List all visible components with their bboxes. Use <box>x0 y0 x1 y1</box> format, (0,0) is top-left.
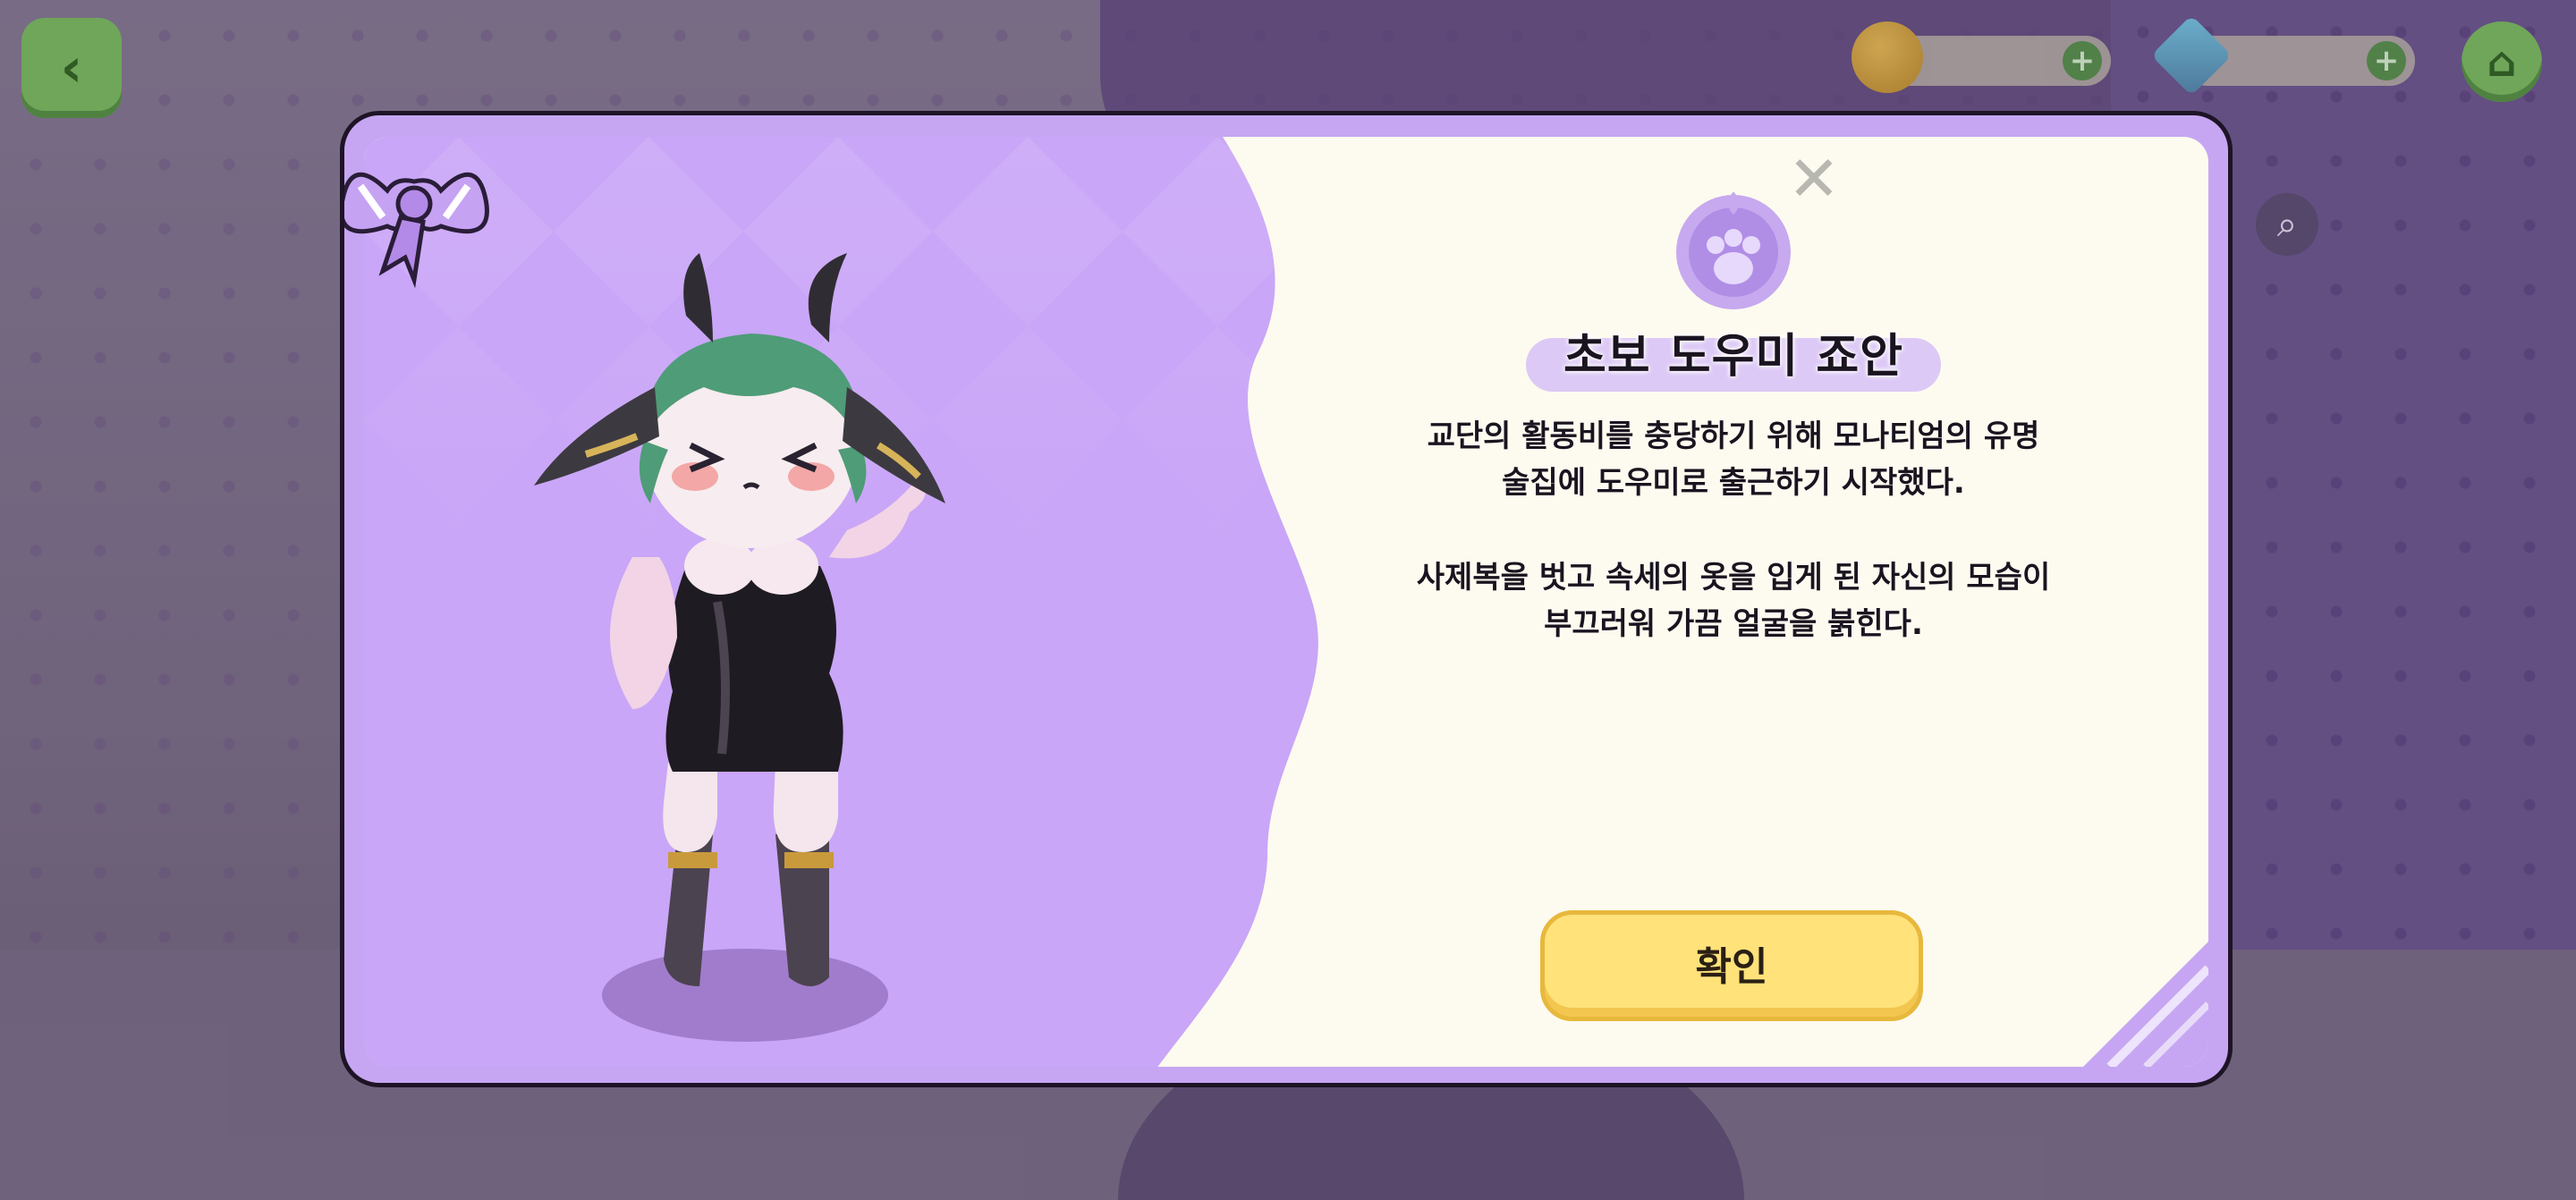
description-text-1: 교단의 활동비를 충당하기 위해 모나티엄의 유명 술집에 도우미로 출근하기 … <box>1427 418 2040 501</box>
gold-coin-icon <box>1852 21 1923 93</box>
character-title: 초보 도우미 죠안 <box>1563 330 1904 384</box>
corner-decoration <box>2083 942 2208 1067</box>
confirm-button-label: 확인 <box>1695 944 1768 990</box>
confirm-button[interactable]: 확인 <box>1540 910 1923 1021</box>
plus-icon: + <box>2373 43 2400 79</box>
coin-resource-bar: + <box>1852 21 2111 93</box>
home-button[interactable]: ⌂ <box>2462 21 2542 102</box>
home-icon: ⌂ <box>2487 38 2517 86</box>
description-paragraph-1: 교단의 활동비를 충당하기 위해 모나티엄의 유명 술집에 도우미로 출근하기 … <box>1360 413 2107 506</box>
ribbon-bow-icon <box>344 172 489 289</box>
magnifier-icon: ⌕ <box>2256 193 2318 256</box>
description-paragraph-2: 사제복을 벗고 속세의 옷을 입게 된 자신의 모습이 부끄러워 가끔 얼굴을 … <box>1360 554 2107 647</box>
gem-resource-bar: + <box>2150 14 2415 97</box>
add-coin-button[interactable]: + <box>2063 41 2102 80</box>
paw-crest-icon <box>1676 191 1791 309</box>
plus-icon: + <box>2069 43 2096 79</box>
chevron-left-icon: ‹ <box>60 37 83 99</box>
add-gem-button[interactable]: + <box>2367 41 2406 80</box>
description-text-2: 사제복을 벗고 속세의 옷을 입게 된 자신의 모습이 부끄러워 가끔 얼굴을 … <box>1416 560 2051 642</box>
back-button[interactable]: ‹ <box>21 18 122 118</box>
